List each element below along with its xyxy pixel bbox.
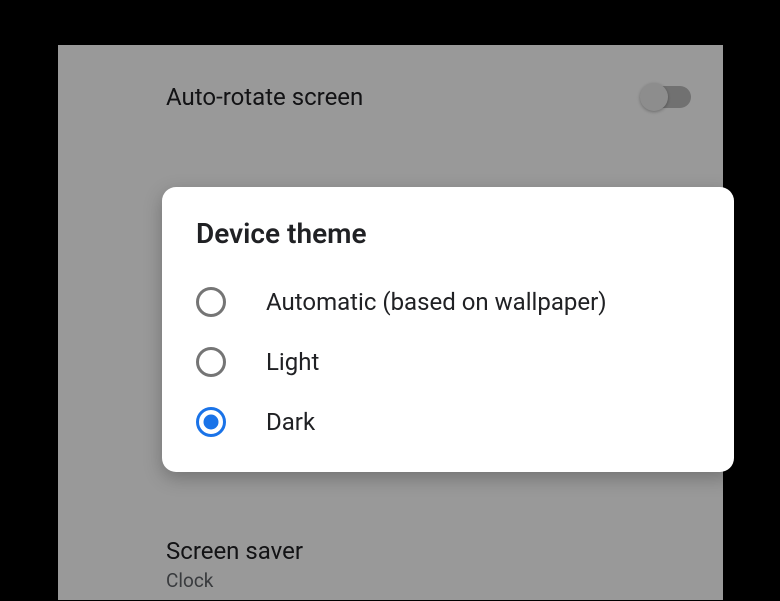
dialog-title: Device theme: [162, 212, 734, 272]
settings-screen: Auto-rotate screen Screen saver Clock De…: [58, 45, 723, 600]
radio-icon: [196, 287, 226, 317]
theme-option-automatic[interactable]: Automatic (based on wallpaper): [162, 272, 734, 332]
theme-option-label: Light: [266, 348, 319, 376]
theme-option-light[interactable]: Light: [162, 332, 734, 392]
radio-icon-selected: [196, 407, 226, 437]
theme-option-label: Automatic (based on wallpaper): [266, 288, 607, 316]
theme-option-dark[interactable]: Dark: [162, 392, 734, 452]
theme-option-label: Dark: [266, 408, 315, 436]
device-theme-dialog: Device theme Automatic (based on wallpap…: [162, 187, 734, 472]
radio-icon: [196, 347, 226, 377]
